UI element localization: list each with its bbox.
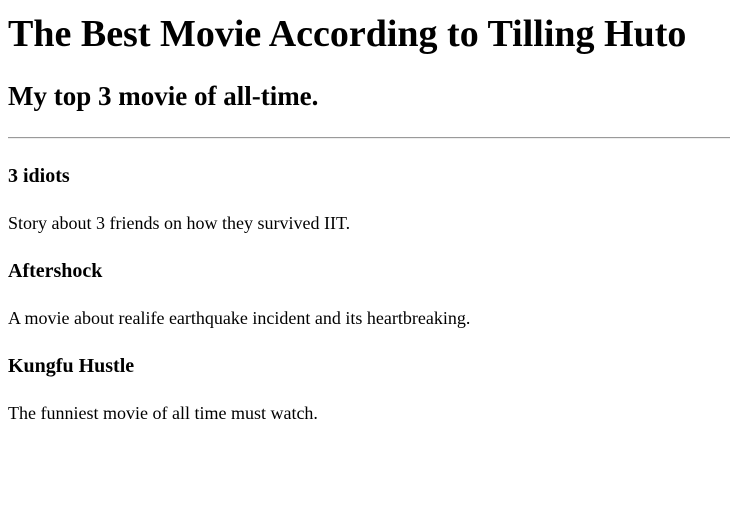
movie-title: Aftershock <box>8 260 103 282</box>
movie-list: 3 idiots Story about 3 friends on how th… <box>8 164 722 424</box>
page-subtitle: My top 3 movie of all-time. <box>8 81 319 111</box>
movie-description: A movie about realife earthquake inciden… <box>8 308 471 328</box>
movie-item-kungfu-hustle: Kungfu Hustle The funniest movie of all … <box>8 354 722 424</box>
movie-description: The funniest movie of all time must watc… <box>8 403 318 423</box>
page-title: The Best Movie According to Tilling Huto <box>8 13 687 55</box>
movie-title: Kungfu Hustle <box>8 355 135 377</box>
movie-title: 3 idiots <box>8 165 70 187</box>
movie-item-3-idiots: 3 idiots Story about 3 friends on how th… <box>8 164 722 234</box>
movie-item-aftershock: Aftershock A movie about realife earthqu… <box>8 259 722 329</box>
divider <box>8 137 730 139</box>
movie-description: Story about 3 friends on how they surviv… <box>8 213 351 233</box>
